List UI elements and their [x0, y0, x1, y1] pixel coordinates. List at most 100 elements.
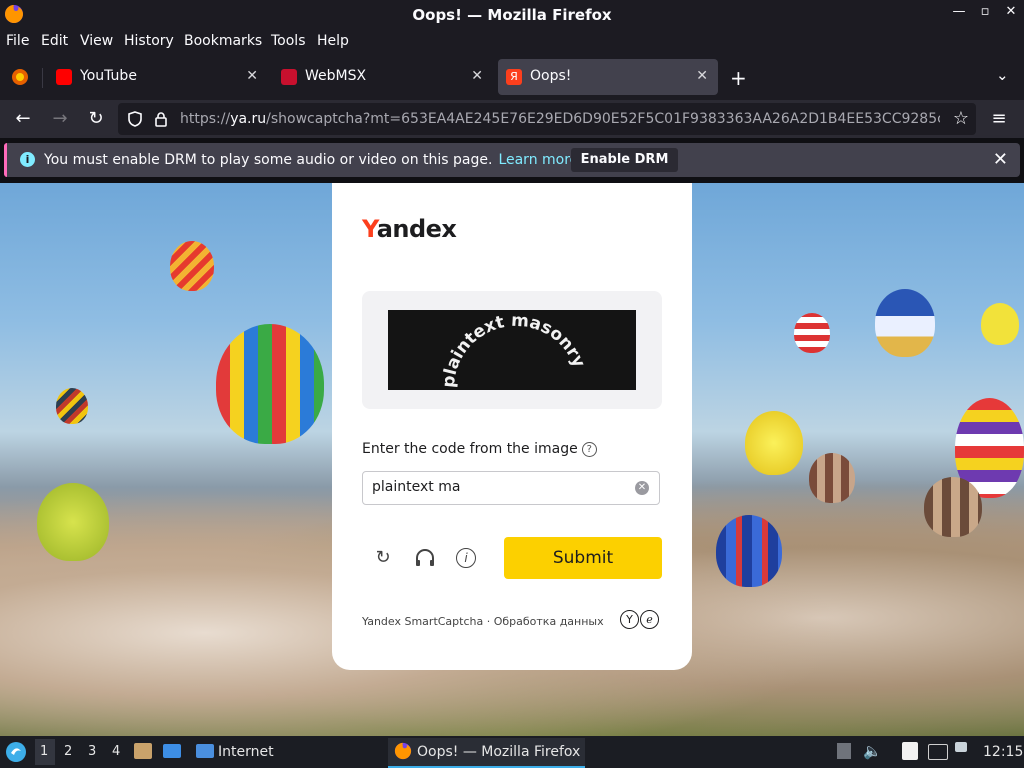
menu-bar: File Edit View History Bookmarks Tools H… [0, 29, 1024, 54]
balloon-image [170, 241, 214, 291]
enable-drm-button[interactable]: Enable DRM [571, 148, 678, 172]
captcha-distorted-text: plaintext masonry [439, 311, 589, 389]
tracking-protection-shield-icon[interactable] [128, 111, 142, 127]
tab-youtube[interactable]: YouTube ✕ [48, 59, 268, 95]
minimize-icon[interactable]: — [952, 4, 966, 19]
menu-help[interactable]: Help [317, 33, 349, 49]
captcha-input-value: plaintext ma [372, 479, 461, 495]
taskbar-window-title: Oops! — Mozilla Firefox [417, 744, 581, 760]
refresh-captcha-icon[interactable]: ↻ [372, 547, 394, 569]
info-circle-icon[interactable]: i [456, 548, 476, 568]
url-bar[interactable]: https://ya.ru/showcaptcha?mt=653EA4AE245… [118, 103, 976, 135]
tray-arrow-icon[interactable] [837, 743, 851, 759]
window-titlebar: Oops! — Mozilla Firefox — ▫ ✕ [0, 0, 1024, 29]
menu-history[interactable]: History [124, 33, 174, 49]
balloon-image [809, 453, 855, 503]
network-icon[interactable] [928, 744, 948, 760]
bookmark-star-icon[interactable]: ☆ [950, 108, 972, 130]
clear-input-icon[interactable]: ✕ [635, 481, 649, 495]
internet-folder-icon[interactable] [196, 744, 214, 758]
balloon-image [924, 477, 982, 537]
menu-bookmarks[interactable]: Bookmarks [184, 33, 262, 49]
close-tab-icon[interactable]: ✕ [696, 68, 708, 84]
reload-icon[interactable]: ↻ [85, 108, 107, 130]
list-all-tabs-icon[interactable]: ⌄ [996, 66, 1009, 84]
yandex-logo: Yandex [362, 215, 457, 243]
balloon-image [716, 515, 782, 587]
logo-rest: andex [376, 215, 457, 243]
tab-separator [42, 68, 43, 88]
app-menu-icon[interactable]: ≡ [988, 108, 1010, 130]
smartcaptcha-logo-icon: Yℯ [620, 610, 660, 629]
youtube-favicon-icon [56, 69, 72, 85]
balloon-image [56, 388, 88, 424]
url-path: /showcaptcha?mt=653EA4AE245E76E29ED6D90E… [266, 111, 940, 127]
close-tab-icon[interactable]: ✕ [471, 68, 483, 84]
help-icon[interactable]: ? [581, 442, 597, 457]
volume-icon[interactable]: 🔈 [863, 742, 882, 760]
menu-tools[interactable]: Tools [271, 33, 306, 49]
menu-file[interactable]: File [6, 33, 29, 49]
workspace-4[interactable]: 4 [112, 744, 120, 759]
audio-captcha-headphones-icon[interactable] [414, 547, 436, 569]
yandex-favicon-icon: Я [506, 69, 522, 85]
page-content: Yandex plaintext masonry Enter the code … [0, 183, 1024, 736]
forward-icon[interactable]: → [49, 108, 71, 130]
drm-message: You must enable DRM to play some audio o… [44, 152, 578, 168]
url-prefix: https:// [180, 111, 231, 127]
close-notification-icon[interactable]: ✕ [993, 149, 1008, 170]
url-host: ya.ru [230, 111, 267, 127]
info-icon: i [20, 152, 35, 167]
close-window-icon[interactable]: ✕ [1004, 4, 1018, 19]
balloon-image [875, 289, 935, 357]
balloon-image [745, 411, 803, 475]
navigation-bar: ← → ↻ https://ya.ru/showcaptcha?mt=653EA… [0, 100, 1024, 138]
file-manager-icon[interactable] [134, 743, 152, 759]
captcha-card: Yandex plaintext masonry Enter the code … [332, 183, 692, 670]
show-desktop-icon[interactable] [163, 744, 181, 758]
tab-label: YouTube [80, 68, 137, 84]
taskbar-window-firefox[interactable]: Oops! — Mozilla Firefox [388, 738, 585, 768]
workspace-1[interactable]: 1 [40, 744, 48, 759]
tab-webmsx[interactable]: WebMSX ✕ [273, 59, 493, 95]
captcha-prompt: Enter the code from the image? [362, 441, 597, 457]
new-tab-icon[interactable]: + [730, 66, 747, 90]
tab-label: Oops! [530, 68, 572, 84]
svg-text:plaintext masonry: plaintext masonry [439, 311, 589, 389]
captcha-input[interactable]: plaintext ma ✕ [362, 471, 660, 505]
captcha-footer[interactable]: Yandex SmartCaptcha · Обработка данных [362, 615, 604, 628]
captcha-prompt-text: Enter the code from the image [362, 441, 578, 457]
tab-oops[interactable]: Я Oops! ✕ [498, 59, 718, 95]
window-title: Oops! — Mozilla Firefox [412, 6, 612, 24]
captcha-image-container: plaintext masonry [362, 291, 662, 409]
webmsx-favicon-icon [281, 69, 297, 85]
logo-first-letter: Y [362, 215, 377, 243]
notifications-icon[interactable] [955, 742, 967, 752]
balloon-image [216, 324, 324, 444]
menu-view[interactable]: View [80, 33, 113, 49]
drm-message-text: You must enable DRM to play some audio o… [44, 152, 493, 168]
clock[interactable]: 12:15 [983, 744, 1023, 760]
close-tab-icon[interactable]: ✕ [246, 68, 258, 84]
maximize-icon[interactable]: ▫ [978, 4, 992, 19]
balloon-image [981, 303, 1019, 345]
workspace-3[interactable]: 3 [88, 744, 96, 759]
clipboard-icon[interactable] [902, 742, 918, 760]
balloon-image [794, 313, 830, 353]
menu-edit[interactable]: Edit [41, 33, 68, 49]
drm-notification-bar: i You must enable DRM to play some audio… [4, 143, 1020, 177]
lock-icon[interactable] [154, 111, 168, 127]
balloon-image [37, 483, 109, 561]
learn-more-link[interactable]: Learn more [498, 152, 578, 168]
start-menu-icon[interactable] [5, 741, 27, 763]
notification-accent [4, 143, 7, 177]
firefox-view-icon[interactable] [10, 67, 30, 87]
submit-button[interactable]: Submit [504, 537, 662, 579]
internet-launcher[interactable]: Internet [218, 744, 274, 760]
captcha-image: plaintext masonry [388, 310, 636, 390]
tab-label: WebMSX [305, 68, 367, 84]
url-text: https://ya.ru/showcaptcha?mt=653EA4AE245… [180, 111, 940, 127]
workspace-2[interactable]: 2 [64, 744, 72, 759]
taskbar: 1 2 3 4 Internet Oops! — Mozilla Firefox… [0, 736, 1024, 768]
back-icon[interactable]: ← [12, 108, 34, 130]
